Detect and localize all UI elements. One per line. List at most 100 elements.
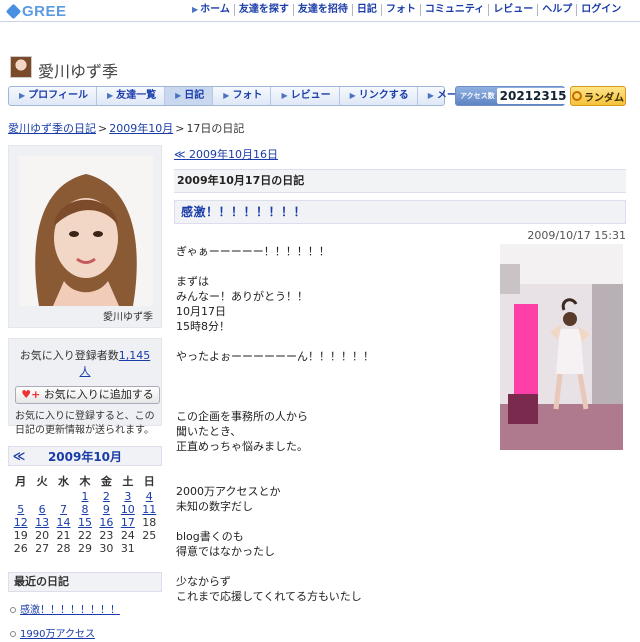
calendar-week: 12 13 14 15 16 17 18 xyxy=(10,516,160,529)
calendar-day[interactable]: 6 xyxy=(31,503,52,516)
bullet-icon xyxy=(10,631,16,637)
profile-photo-box: 愛川ゆず季 xyxy=(8,145,162,328)
nav-label: 友達を招待 xyxy=(297,4,348,15)
breadcrumb-month-link[interactable]: 2009年10月 xyxy=(109,122,173,135)
nav-label: レビュー xyxy=(493,4,534,15)
entry-photo[interactable] xyxy=(500,244,623,450)
tab-diary[interactable]: ▶ 日記 xyxy=(165,87,214,105)
calendar-day: 26 xyxy=(13,542,28,555)
nav-label: ヘルプ xyxy=(542,4,573,15)
calendar-day[interactable]: 1 xyxy=(74,490,95,503)
calendar-day[interactable]: 7 xyxy=(53,503,74,516)
nav-community[interactable]: コミュニティ xyxy=(419,4,488,16)
entry-text-line xyxy=(176,379,492,394)
calendar-title: 2009年10月 xyxy=(47,449,123,464)
calendar-weekday: 火 xyxy=(36,475,48,488)
entry-text-line: 聞いたとき、 xyxy=(176,425,242,438)
breadcrumb-separator: > xyxy=(175,122,185,135)
calendar-day[interactable]: 5 xyxy=(10,503,31,516)
entry-photo-image xyxy=(500,244,623,450)
tab-label: プロフィール xyxy=(28,90,88,101)
nav-login[interactable]: ログイン xyxy=(576,4,625,16)
calendar-day[interactable]: 10 xyxy=(117,503,138,516)
nav-diary[interactable]: 日記 xyxy=(351,4,381,16)
entry-text-line: これまで応援してくれてる方もいたし xyxy=(176,590,362,603)
calendar-day: 29 xyxy=(77,542,92,555)
calendar-week: 1234 xyxy=(10,490,160,503)
logo-text: GREE xyxy=(22,3,67,20)
calendar-day[interactable]: 14 xyxy=(53,516,74,529)
tab-label: 日記 xyxy=(184,90,205,101)
favorites-box: お気に入り登録者数1,145人 ♥+ お気に入りに追加する お気に入りに登録する… xyxy=(8,338,162,436)
entry-text-line: この企画を事務所の人から xyxy=(176,410,308,423)
recent-entry-link[interactable]: 1990万アクセス xyxy=(20,629,95,640)
nav-invite-friends[interactable]: 友達を招待 xyxy=(292,4,352,16)
calendar-day[interactable]: 8 xyxy=(74,503,95,516)
entry-text-line: みんなー！ありがとう！！ xyxy=(176,290,308,303)
entry-text-line: 15時8分！ xyxy=(176,320,230,333)
calendar-day[interactable]: 16 xyxy=(96,516,117,529)
calendar-day[interactable]: 3 xyxy=(117,490,138,503)
bullet-icon xyxy=(10,607,16,613)
calendar-day[interactable]: 9 xyxy=(96,503,117,516)
entry-text-line xyxy=(176,454,492,469)
recent-entries: 最近の日記 感激！！！！！！！！ 1990万アクセス xyxy=(8,572,162,640)
heart-plus-icon: ♥+ xyxy=(21,388,41,401)
add-to-favorites-button[interactable]: ♥+ お気に入りに追加する xyxy=(15,386,160,404)
favorites-count-label: お気に入り登録者数 xyxy=(19,349,119,362)
breadcrumb-diary-link[interactable]: 愛川ゆず季の日記 xyxy=(8,122,96,135)
calendar-day[interactable]: 4 xyxy=(139,490,160,503)
profile-photo-caption: 愛川ゆず季 xyxy=(103,312,153,323)
calendar-day[interactable]: 2 xyxy=(96,490,117,503)
tab-photo[interactable]: ▶ フォト xyxy=(213,87,272,105)
tab-friends[interactable]: ▶ 友達一覧 xyxy=(97,87,166,105)
recent-entry-link[interactable]: 感激！！！！！！！！ xyxy=(20,605,120,616)
random-label: ランダム xyxy=(584,92,624,104)
profile-photo-image xyxy=(19,156,153,306)
calendar-day xyxy=(139,542,160,555)
tab-profile[interactable]: ▶ プロフィール xyxy=(9,87,97,105)
calendar-day: 31 xyxy=(120,542,135,555)
nav-home[interactable]: ▶ ホーム xyxy=(188,4,234,16)
calendar-day[interactable]: 17 xyxy=(117,516,138,529)
nav-help[interactable]: ヘルプ xyxy=(537,4,576,16)
arrow-right-icon: ▶ xyxy=(106,91,114,100)
entry-text-line xyxy=(176,259,492,274)
calendar-day[interactable]: 11 xyxy=(139,503,160,516)
tab-review[interactable]: ▶ レビュー xyxy=(271,87,340,105)
calendar-day[interactable]: 13 xyxy=(31,516,52,529)
calendar-day: 21 xyxy=(56,529,71,542)
breadcrumb-separator: > xyxy=(98,122,108,135)
calendar-day[interactable]: 15 xyxy=(74,516,95,529)
entry-text-line xyxy=(176,469,492,484)
profile-name: 愛川ゆず季 xyxy=(38,62,119,81)
nav-photo[interactable]: フォト xyxy=(380,4,420,16)
profile-nav: ▶プロフィール ▶友達一覧 ▶日記 ▶フォト ▶レビュー ▶リンクする ▶メール… xyxy=(8,86,497,106)
calendar-day[interactable]: 12 xyxy=(10,516,31,529)
random-button[interactable]: ランダム xyxy=(570,86,626,106)
previous-entry-link[interactable]: ≪ 2009年10月16日 xyxy=(174,146,278,162)
nav-review[interactable]: レビュー xyxy=(488,4,537,16)
tab-link[interactable]: ▶ リンクする xyxy=(340,87,418,105)
calendar-day: 25 xyxy=(142,529,157,542)
entry-title: 感激！！！！！！！！ xyxy=(174,200,626,224)
access-label: アクセス数 xyxy=(460,92,495,100)
tab-label: リンクする xyxy=(358,90,409,101)
calendar-day: 28 xyxy=(56,542,71,555)
gree-logo-icon xyxy=(5,3,22,20)
favorites-description: お気に入りに登録すると、この日記の更新情報が送られます。 xyxy=(15,411,155,436)
profile-photo[interactable] xyxy=(19,156,153,306)
list-item: 1990万アクセス xyxy=(8,625,162,640)
calendar-weekday: 木 xyxy=(79,475,91,488)
nav-label: 日記 xyxy=(356,4,377,15)
avatar[interactable] xyxy=(10,56,32,78)
arrow-right-icon: ▶ xyxy=(223,91,230,100)
nav-find-friends[interactable]: 友達を探す xyxy=(233,4,293,16)
entry-text-line xyxy=(176,559,492,574)
arrow-right-icon: ▶ xyxy=(281,91,288,100)
entry-text-line: ぎゃぁーーーーー！！！！！！ xyxy=(176,245,330,258)
calendar-weekday: 月 xyxy=(15,475,27,488)
gree-logo[interactable]: GREE xyxy=(5,3,67,20)
calendar-weekday: 日 xyxy=(143,475,155,488)
calendar-prev-button[interactable]: ≪ xyxy=(9,449,29,463)
